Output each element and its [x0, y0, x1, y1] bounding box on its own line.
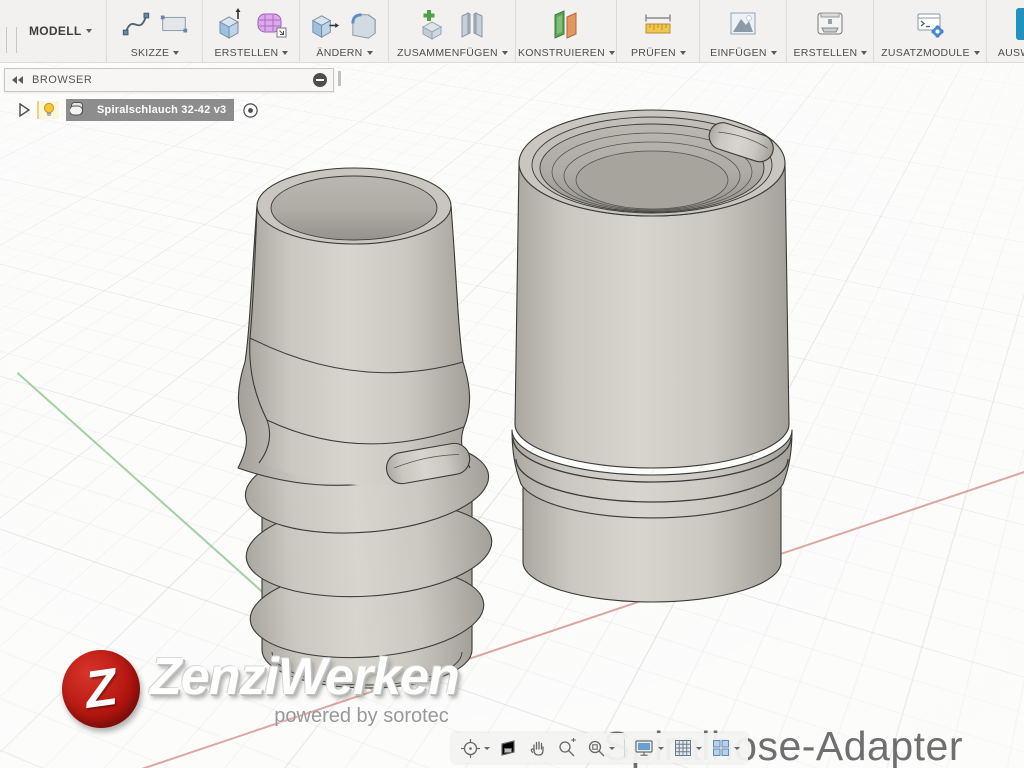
new-component-icon[interactable]: [414, 6, 450, 42]
toolbar-group-auswaehlen: AUSWÄHLEN: [987, 0, 1024, 62]
pan-icon[interactable]: [528, 738, 548, 758]
caret-down-icon: [484, 746, 490, 750]
display-settings-icon[interactable]: [634, 738, 664, 758]
zenziwerken-logo-icon: Z: [62, 650, 140, 728]
orbit-icon[interactable]: [460, 738, 490, 759]
viewports-icon[interactable]: [711, 738, 740, 758]
construction-planes-icon[interactable]: [548, 6, 584, 42]
caret-down-icon: [734, 746, 740, 750]
caret-down-icon: [770, 51, 777, 55]
look-at-icon[interactable]: [499, 738, 519, 758]
grid-display-icon[interactable]: [673, 738, 702, 758]
select-icon[interactable]: [1013, 5, 1024, 43]
menu-konstruieren[interactable]: KONSTRUIEREN: [516, 45, 617, 61]
menu-erstellen-label: ERSTELLEN: [214, 47, 279, 59]
menu-erstellen-3dprint-label: ERSTELLEN: [793, 47, 858, 59]
print-3d-icon[interactable]: [812, 6, 848, 42]
fillet-icon[interactable]: [346, 7, 381, 42]
component-icon: [70, 102, 83, 116]
caret-down-icon: [696, 746, 702, 750]
browser-component-row: Spiralschlauch 32-42 v3: [18, 99, 334, 121]
menu-zusatzmodule-label: ZUSATZMODULE: [881, 47, 970, 59]
toolbar-group-erstellen-3dprint: ERSTELLEN: [787, 0, 875, 62]
browser-header: BROWSER: [4, 68, 341, 92]
toolbar-group-workspace: MODELL: [0, 0, 108, 62]
toolbar-grip[interactable]: [6, 27, 17, 53]
caret-down-icon: [366, 51, 373, 55]
lightbulb-icon: [43, 102, 55, 116]
workspace-label: MODELL: [29, 24, 82, 38]
menu-skizze-label: SKIZZE: [130, 47, 170, 59]
brand-tagline: powered by sorotec: [274, 704, 449, 727]
toolbar-group-einfuegen: EINFÜGEN: [700, 0, 788, 62]
scrollbar[interactable]: [338, 71, 341, 86]
browser-title: BROWSER: [32, 74, 93, 86]
model-right-sleeve: [511, 109, 793, 603]
menu-zusammenfuegen-label: ZUSAMMENFÜGEN: [397, 47, 498, 59]
component-item[interactable]: Spiralschlauch 32-42 v3: [66, 99, 235, 121]
toolbar-group-pruefen: PRÜFEN: [617, 0, 701, 62]
top-toolbar: MODELL SKIZZE ERSTELLEN ÄNDERN ZUSAMMENF…: [0, 0, 1024, 63]
menu-aendern[interactable]: ÄNDERN: [314, 45, 374, 61]
caret-down-icon: [282, 51, 289, 55]
model-left-adapter: [237, 167, 493, 689]
caret-down-icon: [658, 746, 664, 750]
visibility-toggle[interactable]: [37, 101, 59, 119]
menu-pruefen-label: PRÜFEN: [630, 47, 676, 59]
joint-icon[interactable]: [454, 6, 490, 42]
menu-aendern-label: ÄNDERN: [316, 47, 363, 59]
brand-name: ZenziWerken: [150, 647, 460, 706]
fit-icon[interactable]: [586, 738, 615, 758]
menu-zusammenfuegen[interactable]: ZUSAMMENFÜGEN: [395, 45, 510, 61]
workspace-selector[interactable]: MODELL: [19, 0, 106, 62]
sketch-spline-icon[interactable]: [119, 7, 153, 41]
view-navigation-bar: [452, 733, 748, 763]
press-pull-icon[interactable]: [307, 7, 342, 42]
form-icon[interactable]: [253, 6, 289, 42]
menu-zusatzmodule[interactable]: ZUSATZMODULE: [879, 45, 982, 61]
menu-auswaehlen[interactable]: AUSWÄHLEN: [996, 45, 1024, 61]
extrude-icon[interactable]: [213, 6, 249, 42]
zoom-icon[interactable]: [557, 738, 577, 758]
measure-icon[interactable]: [640, 6, 676, 42]
sketch-rectangle-icon[interactable]: [157, 7, 191, 41]
caret-down-icon: [973, 51, 980, 55]
caret-down-icon: [173, 51, 180, 55]
menu-einfuegen[interactable]: EINFÜGEN: [708, 45, 779, 61]
menu-skizze[interactable]: SKIZZE: [129, 45, 182, 61]
expand-node-icon[interactable]: [18, 102, 31, 118]
insert-image-icon[interactable]: [725, 6, 761, 42]
divider: [624, 739, 625, 757]
caret-down-icon: [608, 51, 615, 55]
caret-down-icon: [609, 746, 615, 750]
zenziwerken-watermark: Z ZenziWerken powered by sorotec: [62, 647, 460, 728]
caret-down-icon: [86, 29, 93, 33]
menu-erstellen[interactable]: ERSTELLEN: [212, 45, 290, 61]
menu-erstellen-3dprint[interactable]: ERSTELLEN: [791, 45, 869, 61]
browser-panel: BROWSER Spiralschlauch 32-42 v3: [4, 68, 341, 121]
scripts-addins-icon[interactable]: [912, 6, 948, 42]
toolbar-group-skizze: SKIZZE: [107, 0, 204, 62]
activate-component-icon[interactable]: [241, 100, 261, 120]
caret-down-icon: [679, 51, 686, 55]
menu-auswaehlen-label: AUSWÄHLEN: [997, 47, 1024, 59]
toolbar-group-zusatzmodule: ZUSATZMODULE: [874, 0, 988, 62]
menu-einfuegen-label: EINFÜGEN: [710, 47, 767, 59]
fusion360-window: MODELL SKIZZE ERSTELLEN ÄNDERN ZUSAMMENF…: [0, 0, 1024, 768]
menu-konstruieren-label: KONSTRUIEREN: [517, 47, 605, 59]
caret-down-icon: [501, 51, 508, 55]
toolbar-group-zusammenfuegen: ZUSAMMENFÜGEN: [389, 0, 517, 62]
component-name: Spiralschlauch 32-42 v3: [97, 104, 227, 116]
caret-down-icon: [861, 51, 868, 55]
hide-panel-icon[interactable]: [313, 73, 327, 87]
toolbar-group-konstruieren: KONSTRUIEREN: [516, 0, 618, 62]
toolbar-group-erstellen: ERSTELLEN: [203, 0, 301, 62]
toolbar-group-aendern: ÄNDERN: [300, 0, 390, 62]
viewport-3d[interactable]: BROWSER Spiralschlauch 32-42 v3 Z ZenziW…: [0, 62, 1024, 768]
collapse-panel-icon[interactable]: [11, 75, 24, 85]
menu-pruefen[interactable]: PRÜFEN: [629, 45, 688, 61]
